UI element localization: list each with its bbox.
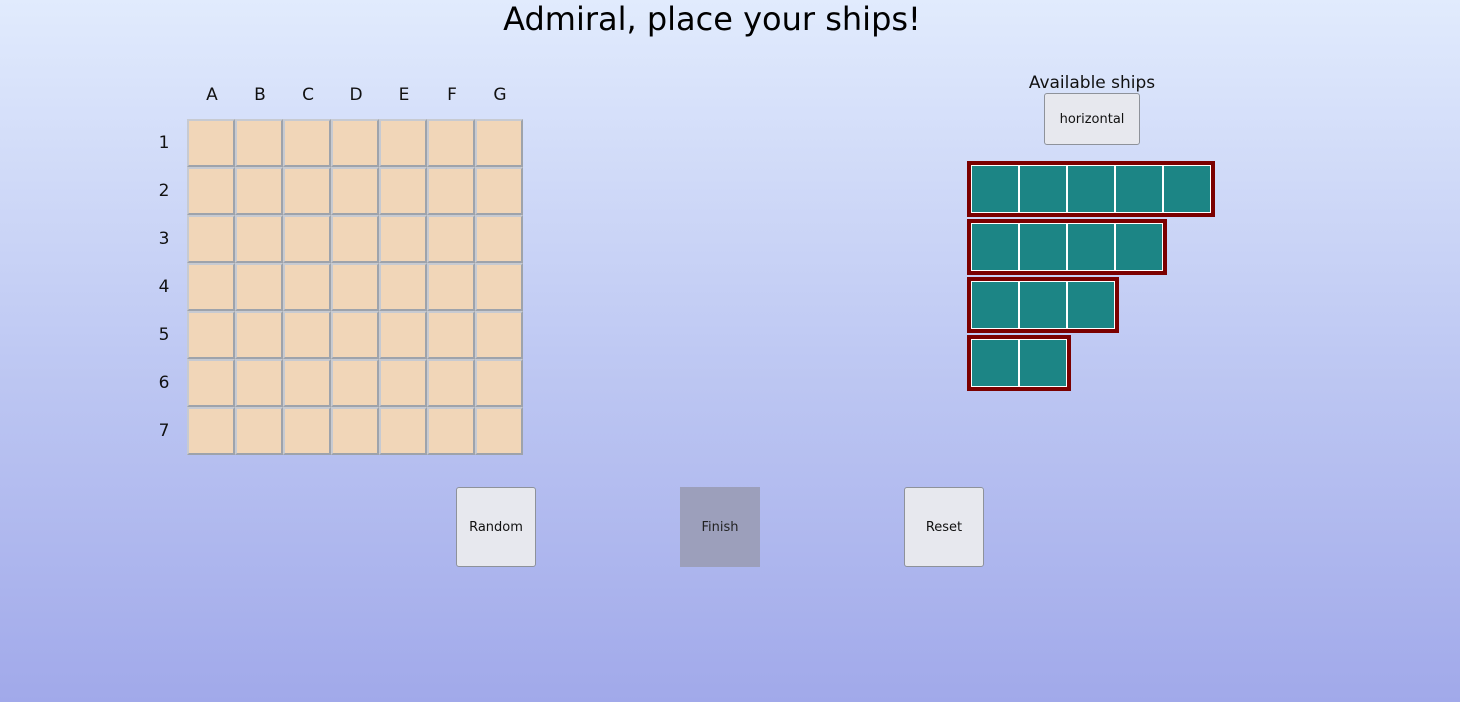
ship-segment [1019,281,1067,329]
ship-length-5[interactable] [967,161,1215,217]
row-label-1: 1 [158,133,170,153]
finish-button[interactable]: Finish [680,487,760,567]
row-label-3: 3 [158,229,170,249]
board-cell-g6[interactable] [475,359,523,407]
ship-segment [1019,223,1067,271]
board-cell-d1[interactable] [331,119,379,167]
row-label-4: 4 [158,277,170,297]
board-cell-e3[interactable] [379,215,427,263]
board-cell-g1[interactable] [475,119,523,167]
board-cell-a6[interactable] [187,359,235,407]
board-cell-a2[interactable] [187,167,235,215]
board-cell-c7[interactable] [283,407,331,455]
board-cell-f6[interactable] [427,359,475,407]
row-label-6: 6 [158,373,170,393]
row-label-2: 2 [158,181,170,201]
board-cell-f5[interactable] [427,311,475,359]
ship-segment [1067,223,1115,271]
board-cell-f4[interactable] [427,263,475,311]
board-cell-g4[interactable] [475,263,523,311]
column-label-d: D [349,85,363,105]
board-cell-f7[interactable] [427,407,475,455]
ship-segment [1115,165,1163,213]
ship-segment [1163,165,1211,213]
board-cell-b4[interactable] [235,263,283,311]
board-cell-e1[interactable] [379,119,427,167]
board-cell-e2[interactable] [379,167,427,215]
board-cell-b7[interactable] [235,407,283,455]
board-cell-e7[interactable] [379,407,427,455]
board-cell-d5[interactable] [331,311,379,359]
board-cell-d2[interactable] [331,167,379,215]
column-label-b: B [254,85,266,105]
board-cell-c4[interactable] [283,263,331,311]
random-button[interactable]: Random [456,487,536,567]
board-cell-b3[interactable] [235,215,283,263]
board-cell-a3[interactable] [187,215,235,263]
board-cell-b5[interactable] [235,311,283,359]
board-cell-g2[interactable] [475,167,523,215]
page-title: Admiral, place your ships! [503,0,921,38]
board-cell-a1[interactable] [187,119,235,167]
board-cell-a4[interactable] [187,263,235,311]
ship-segment [971,339,1019,387]
board-cell-d7[interactable] [331,407,379,455]
ship-segment [1067,281,1115,329]
board-cell-b6[interactable] [235,359,283,407]
row-label-5: 5 [158,325,170,345]
board-cell-c5[interactable] [283,311,331,359]
game-board [187,119,523,455]
ship-segment [971,223,1019,271]
available-ships-title: Available ships [1028,73,1156,93]
ship-segment [971,165,1019,213]
ship-segment [971,281,1019,329]
board-cell-b2[interactable] [235,167,283,215]
ship-length-4[interactable] [967,219,1167,275]
board-cell-c6[interactable] [283,359,331,407]
column-label-a: A [206,85,218,105]
column-label-e: E [398,85,410,105]
board-cell-d6[interactable] [331,359,379,407]
ship-segment [1115,223,1163,271]
ship-length-2[interactable] [967,335,1071,391]
board-cell-b1[interactable] [235,119,283,167]
ship-segment [1067,165,1115,213]
board-cell-g3[interactable] [475,215,523,263]
ship-length-3[interactable] [967,277,1119,333]
column-label-g: G [493,85,507,105]
board-cell-c1[interactable] [283,119,331,167]
row-label-7: 7 [158,421,170,441]
board-cell-a7[interactable] [187,407,235,455]
board-cell-g7[interactable] [475,407,523,455]
board-cell-e4[interactable] [379,263,427,311]
board-cell-e5[interactable] [379,311,427,359]
board-cell-a5[interactable] [187,311,235,359]
ship-segment [1019,165,1067,213]
column-label-c: C [302,85,314,105]
board-cell-d4[interactable] [331,263,379,311]
board-cell-c2[interactable] [283,167,331,215]
board-cell-f1[interactable] [427,119,475,167]
board-cell-d3[interactable] [331,215,379,263]
ship-segment [1019,339,1067,387]
orientation-toggle-button[interactable]: horizontal [1044,93,1140,145]
column-label-f: F [447,85,457,105]
board-cell-e6[interactable] [379,359,427,407]
board-cell-c3[interactable] [283,215,331,263]
board-cell-g5[interactable] [475,311,523,359]
board-cell-f3[interactable] [427,215,475,263]
reset-button[interactable]: Reset [904,487,984,567]
board-cell-f2[interactable] [427,167,475,215]
